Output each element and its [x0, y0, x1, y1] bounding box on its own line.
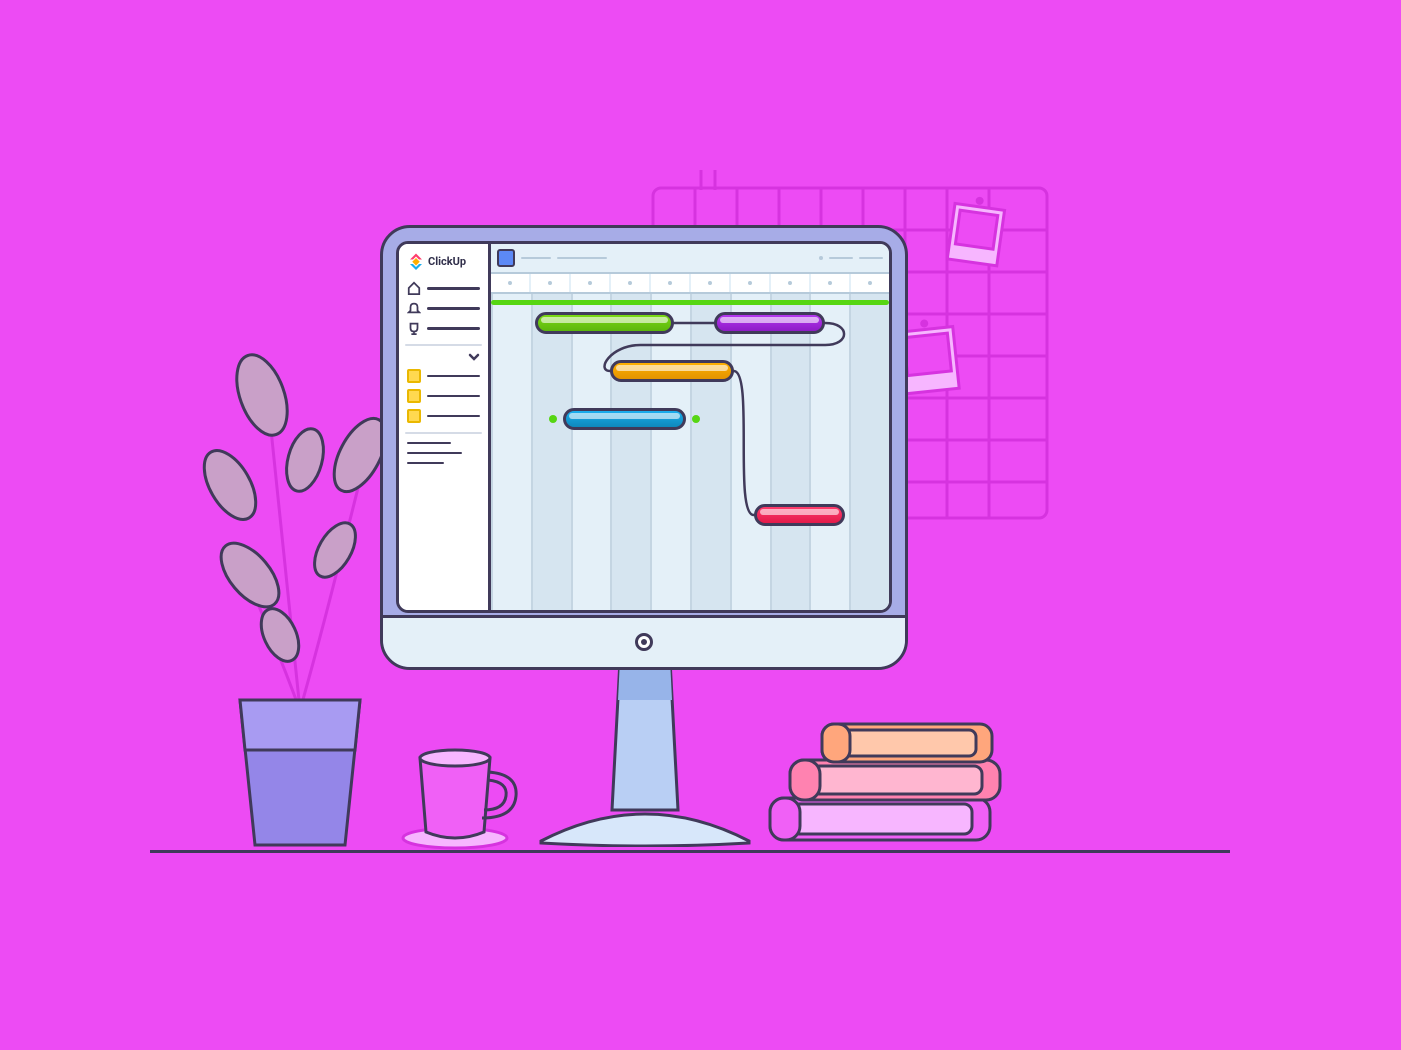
gantt-bar[interactable]: [610, 360, 733, 382]
brand-logo[interactable]: ClickUp: [407, 252, 480, 270]
gantt-bar[interactable]: [535, 312, 674, 334]
gantt-milestone: [692, 415, 700, 423]
sidebar-meta-line: [407, 462, 444, 464]
toolbar-dot: [819, 256, 823, 260]
gantt-bar[interactable]: [563, 408, 686, 430]
breadcrumb-placeholder: [557, 257, 607, 259]
nav-label-placeholder: [427, 287, 480, 290]
task-label-placeholder: [427, 375, 480, 378]
sidebar-task-item[interactable]: [407, 409, 480, 423]
monitor-stand: [600, 660, 690, 820]
task-status-icon: [407, 389, 421, 403]
task-label-placeholder: [427, 415, 480, 418]
desktop-monitor: ClickUp: [380, 225, 908, 855]
illustration-stage: ClickUp: [0, 0, 1401, 1050]
monitor-camera-icon: [635, 633, 653, 651]
task-status-icon: [407, 369, 421, 383]
view-tile-icon[interactable]: [497, 249, 515, 267]
app-main: [491, 244, 889, 610]
home-icon: [407, 281, 421, 295]
clickup-logo-icon: [407, 252, 425, 270]
gantt-column: [610, 294, 652, 610]
task-status-icon: [407, 409, 421, 423]
gantt-timeline-header: [491, 274, 889, 294]
monitor-base: [535, 807, 755, 847]
nav-label-placeholder: [427, 307, 480, 310]
sidebar-nav-home[interactable]: [407, 281, 480, 295]
app-screen: ClickUp: [396, 241, 892, 613]
gantt-chart-area[interactable]: [491, 294, 889, 610]
gantt-column: [809, 294, 851, 610]
toolbar-action-placeholder[interactable]: [859, 257, 883, 259]
sidebar-divider: [405, 344, 482, 346]
sidebar-task-item[interactable]: [407, 369, 480, 383]
brand-name: ClickUp: [428, 255, 466, 268]
nav-label-placeholder: [427, 327, 480, 330]
gantt-column: [730, 294, 772, 610]
gantt-column: [849, 294, 889, 610]
trophy-icon: [407, 321, 421, 335]
gantt-column: [770, 294, 812, 610]
gantt-column: [531, 294, 573, 610]
gantt-column: [571, 294, 613, 610]
gantt-column: [690, 294, 732, 610]
sidebar-nav-goals[interactable]: [407, 321, 480, 335]
sidebar-nav-notifications[interactable]: [407, 301, 480, 315]
sidebar-task-item[interactable]: [407, 389, 480, 403]
toolbar-action-placeholder[interactable]: [829, 257, 853, 259]
gantt-milestone: [549, 415, 557, 423]
gantt-today-line: [491, 300, 889, 305]
app-topbar: [491, 244, 889, 274]
app-sidebar: ClickUp: [399, 244, 491, 610]
gantt-column: [491, 294, 533, 610]
sidebar-meta-line: [407, 452, 462, 454]
chevron-down-icon: [468, 352, 480, 362]
sidebar-meta-line: [407, 442, 451, 444]
gantt-column: [650, 294, 692, 610]
breadcrumb-placeholder: [521, 257, 551, 259]
task-label-placeholder: [427, 395, 480, 398]
gantt-bar[interactable]: [714, 312, 825, 334]
bell-icon: [407, 301, 421, 315]
sidebar-divider: [405, 432, 482, 434]
sidebar-collapse-toggle[interactable]: [407, 350, 480, 366]
gantt-bar[interactable]: [754, 504, 846, 526]
